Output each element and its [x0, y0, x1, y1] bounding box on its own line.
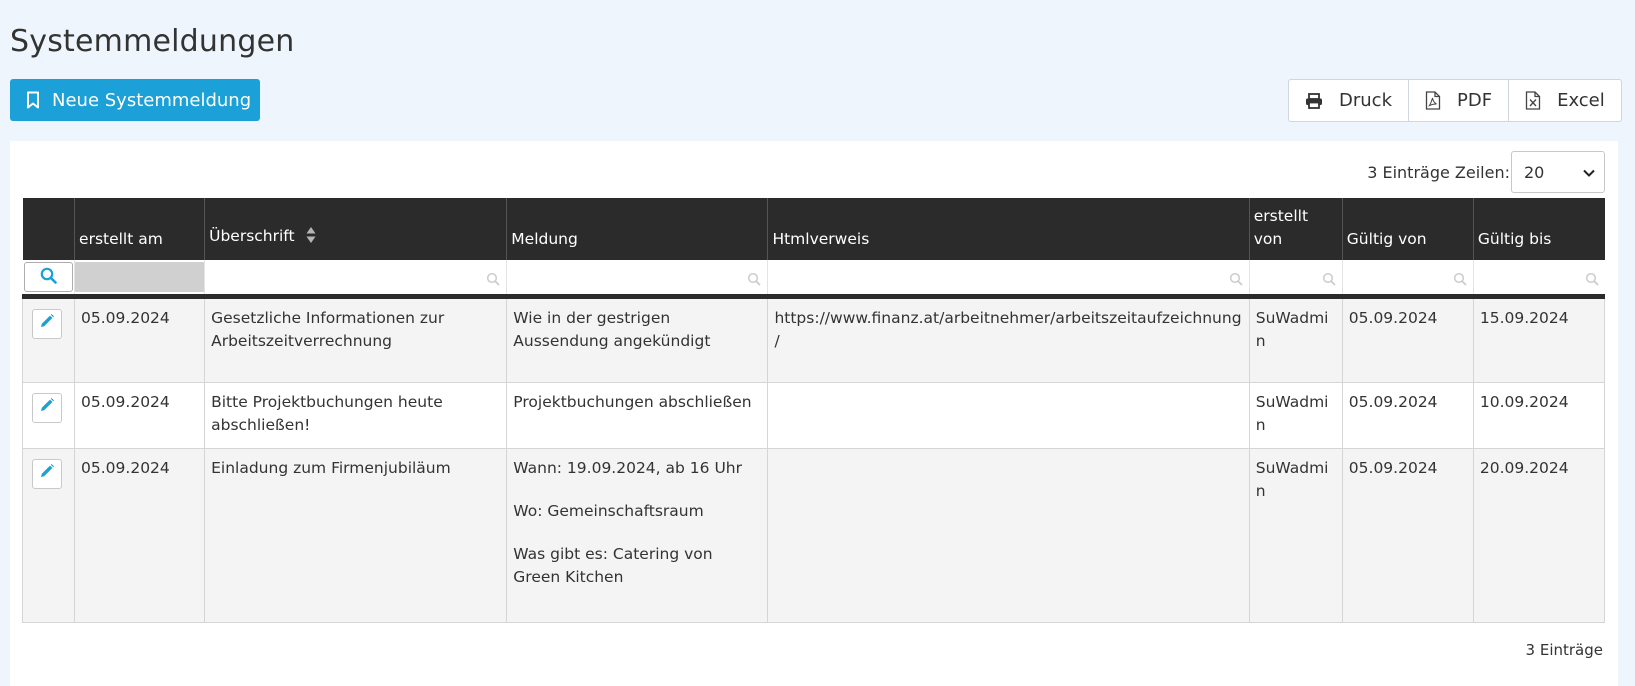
header-row: erstellt am Überschrift Meldung Htmlverw… — [22, 198, 1605, 260]
column-header-ueberschrift-label: Überschrift — [209, 227, 295, 245]
print-button[interactable]: Druck — [1289, 80, 1409, 121]
pencil-icon — [39, 313, 55, 336]
filter-cell-actions — [22, 260, 75, 299]
cell-ueberschrift: Bitte Projektbuchungen heute abschließen… — [204, 382, 508, 449]
message-line: Wo: Gemeinschaftsraum — [513, 502, 704, 520]
cell-erstellt-von: SuWadmin — [1248, 296, 1343, 383]
cell-gueltig-bis: 10.09.2024 — [1472, 382, 1606, 449]
bookmark-icon — [26, 91, 40, 109]
export-button-group: Druck PDF Excel — [1288, 79, 1622, 122]
cell-erstellt-am: 05.09.2024 — [74, 296, 206, 383]
print-icon — [1305, 92, 1323, 109]
entries-rows-label: 3 Einträge Zeilen: — [1367, 163, 1510, 182]
pdf-file-icon — [1425, 91, 1441, 110]
filter-search-icon — [1229, 271, 1243, 290]
filter-search-icon — [747, 271, 762, 290]
cell-meldung: Projektbuchungen abschließen — [506, 382, 769, 449]
edit-button[interactable] — [32, 459, 62, 489]
cell-gueltig-von: 05.09.2024 — [1341, 382, 1474, 449]
message-line: Projektbuchungen abschließen — [513, 393, 752, 411]
cell-htmlverweis: https://www.finanz.at/arbeitnehmer/arbei… — [767, 296, 1250, 383]
filter-search-icon — [486, 271, 500, 290]
column-header-htmlverweis[interactable]: Htmlverweis — [767, 198, 1250, 260]
cell-erstellt-am: 05.09.2024 — [74, 382, 206, 449]
cell-gueltig-bis: 20.09.2024 — [1472, 448, 1606, 623]
excel-file-icon — [1525, 91, 1541, 110]
pdf-label: PDF — [1457, 90, 1493, 111]
filter-meldung[interactable] — [506, 260, 768, 299]
print-label: Druck — [1339, 90, 1392, 111]
cell-actions — [21, 382, 76, 449]
pencil-icon — [39, 463, 55, 486]
table-row: 05.09.2024 Bitte Projektbuchungen heute … — [21, 382, 1606, 449]
search-button[interactable] — [23, 262, 73, 292]
sort-icon[interactable] — [306, 226, 316, 251]
rows-per-page-select[interactable]: 20 — [1511, 151, 1605, 193]
cell-gueltig-von: 05.09.2024 — [1341, 296, 1474, 383]
table-panel: 3 Einträge Zeilen: 20 erstellt am Übersc… — [10, 141, 1618, 686]
cell-gueltig-bis: 15.09.2024 — [1472, 296, 1606, 383]
message-line: Was gibt es: Catering von Green Kitchen — [513, 545, 713, 586]
column-header-gueltig-bis[interactable]: Gültig bis — [1472, 198, 1605, 260]
pencil-icon — [39, 397, 55, 420]
cell-erstellt-von: SuWadmin — [1248, 382, 1343, 449]
pdf-button[interactable]: PDF — [1409, 80, 1510, 121]
cell-erstellt-am: 05.09.2024 — [74, 448, 206, 623]
filter-gueltig-bis[interactable] — [1472, 260, 1605, 299]
cell-meldung: Wie in der gestrigen Aussendung angekünd… — [506, 296, 769, 383]
excel-label: Excel — [1557, 90, 1605, 111]
message-line: Wie in der gestrigen Aussendung angekünd… — [513, 309, 711, 350]
cell-htmlverweis — [767, 382, 1250, 449]
filter-search-icon — [1585, 271, 1599, 290]
filter-search-icon — [1453, 271, 1467, 290]
cell-actions — [21, 296, 76, 383]
new-system-message-button[interactable]: Neue Systemmeldung — [10, 79, 260, 121]
filter-row — [22, 260, 1605, 299]
new-system-message-label: Neue Systemmeldung — [52, 89, 252, 111]
cell-gueltig-von: 05.09.2024 — [1341, 448, 1474, 623]
filter-erstellt-von[interactable] — [1248, 260, 1343, 299]
edit-button[interactable] — [32, 309, 62, 339]
cell-ueberschrift: Gesetzliche Informationen zur Arbeitszei… — [204, 296, 508, 383]
filter-gueltig-von[interactable] — [1341, 260, 1474, 299]
column-header-erstellt-von[interactable]: erstellt von — [1248, 198, 1343, 260]
message-line: Wann: 19.09.2024, ab 16 Uhr — [513, 459, 742, 477]
cell-htmlverweis — [767, 448, 1250, 623]
filter-ueberschrift[interactable] — [204, 260, 507, 299]
filter-erstellt-am — [74, 260, 205, 299]
rows-per-page-value: 20 — [1524, 162, 1545, 182]
cell-ueberschrift: Einladung zum Firmenjubiläum — [204, 448, 508, 623]
search-icon — [40, 267, 57, 288]
edit-button[interactable] — [32, 393, 62, 423]
column-header-ueberschrift[interactable]: Überschrift — [204, 198, 507, 260]
filter-search-icon — [1322, 271, 1336, 290]
column-header-meldung[interactable]: Meldung — [506, 198, 768, 260]
system-messages-table: erstellt am Überschrift Meldung Htmlverw… — [21, 198, 1606, 623]
column-header-actions — [22, 198, 75, 260]
cell-actions — [21, 448, 76, 623]
table-row: 05.09.2024 Einladung zum Firmenjubiläum … — [21, 448, 1606, 623]
cell-erstellt-von: SuWadmin — [1248, 448, 1343, 623]
cell-meldung: Wann: 19.09.2024, ab 16 Uhr Wo: Gemeinsc… — [506, 448, 769, 623]
filter-htmlverweis[interactable] — [767, 260, 1250, 299]
column-header-erstellt-am[interactable]: erstellt am — [74, 198, 205, 260]
footer-entries-count: 3 Einträge — [1525, 641, 1603, 659]
page-title: Systemmeldungen — [10, 24, 295, 59]
table-row: 05.09.2024 Gesetzliche Informationen zur… — [21, 296, 1606, 383]
excel-button[interactable]: Excel — [1509, 80, 1621, 121]
column-header-gueltig-von[interactable]: Gültig von — [1341, 198, 1474, 260]
chevron-down-icon — [1582, 165, 1596, 184]
